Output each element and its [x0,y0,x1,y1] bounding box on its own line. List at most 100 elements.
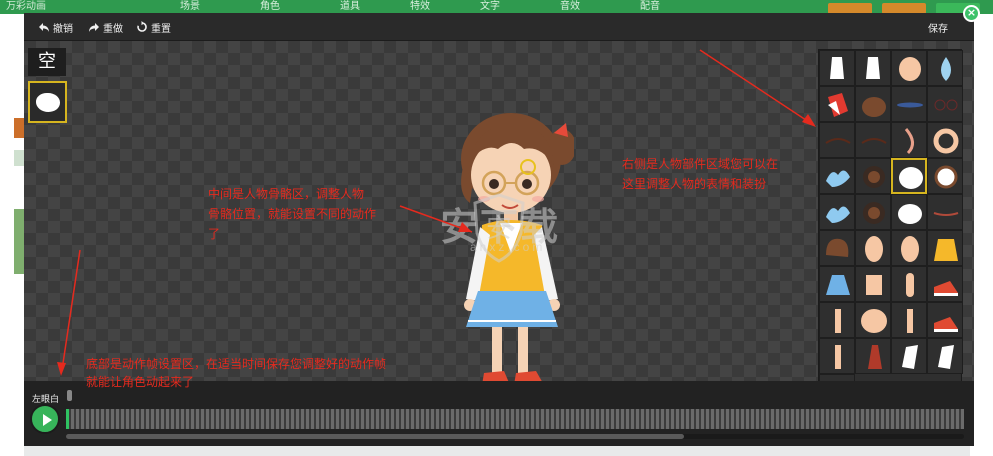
part-cell[interactable] [855,158,891,194]
part-cell[interactable] [819,338,855,374]
part-cell[interactable] [855,338,891,374]
expression-label: 空 [28,48,66,76]
nav-item[interactable]: 角色 [260,0,280,14]
nav-item[interactable]: 场景 [180,0,200,14]
part-cell[interactable] [855,50,891,86]
current-frame-indicator[interactable] [66,409,69,429]
part-cell[interactable] [891,194,927,230]
part-cell[interactable] [927,122,963,158]
eye-brown-icon [863,166,885,188]
brow-blue-icon [897,102,923,108]
eye-white-icon [898,204,922,224]
mouth-line-icon [933,212,959,216]
part-cell[interactable] [891,338,927,374]
part-cell[interactable] [891,230,927,266]
annotation-middle-line2: 骨骼位置，就能设置不同的动作 [208,207,377,221]
reset-button[interactable]: 重置 [136,19,171,35]
part-cell[interactable] [855,86,891,122]
blank-expression-icon [36,93,60,112]
part-cell[interactable] [927,194,963,230]
part-cell[interactable] [891,122,927,158]
shoe-red-icon [934,281,958,296]
part-cell[interactable] [819,302,855,338]
undo-button[interactable]: 撤销 [38,19,73,35]
nav-item[interactable]: 道具 [340,0,360,14]
app-logo: 万彩动画 [6,1,46,12]
part-cell[interactable] [855,266,891,302]
ear-icon [865,236,883,262]
annotation-bottom-line2: 就能让角色动起来了 [86,375,195,389]
app-left-panel [0,14,24,456]
watermark-domain: anxz.com [470,240,546,254]
annotation-right-line1: 右侧是人物部件区域您可以在 [622,157,779,171]
glasses-thin-icon [934,99,958,111]
parts-panel [818,49,963,410]
reset-label: 重置 [151,23,171,35]
annotation-right-line2: 这里调整人物的表情和装扮 [622,177,767,191]
part-cell[interactable] [927,86,963,122]
torso-icon [861,309,887,333]
leg-icon [835,345,841,369]
part-cell[interactable] [927,158,963,194]
part-cell[interactable] [927,302,963,338]
part-cell[interactable] [927,230,963,266]
keyframe-marker[interactable] [67,390,72,401]
nav-item[interactable]: 配音 [640,0,660,14]
shirt-yellow-icon [934,239,958,261]
sleeve-white-icon [902,345,918,369]
part-cell[interactable] [819,266,855,302]
timeline-scrollbar-thumb[interactable] [66,434,684,439]
part-cell[interactable] [819,158,855,194]
save-button[interactable]: 保存 [928,20,948,35]
part-cell[interactable] [819,50,855,86]
nav-item[interactable]: 音效 [560,0,580,14]
tie-red-icon [868,345,882,369]
part-cell[interactable] [891,302,927,338]
hand-glove-icon [830,57,844,79]
part-cell[interactable] [855,122,891,158]
annotation-middle-line3: 了 [208,227,221,241]
ear-icon [901,236,919,262]
drop-icon [941,57,951,81]
part-cell[interactable] [927,338,963,374]
nose-icon [904,128,914,155]
splash-icon [826,206,850,223]
part-cell[interactable] [819,230,855,266]
close-button[interactable]: × [963,5,980,22]
part-cell[interactable] [855,302,891,338]
ring-icon [933,128,959,154]
part-cell[interactable] [855,194,891,230]
nav-item[interactable]: 文字 [480,0,500,14]
part-cell[interactable] [927,266,963,302]
nav-item[interactable]: 特效 [410,0,430,14]
redo-icon [89,22,99,32]
redo-label: 重做 [103,23,123,35]
play-button[interactable] [30,404,60,434]
sleeve-white-icon [938,345,954,369]
reset-icon [137,21,147,32]
part-cell[interactable] [927,50,963,86]
part-cell[interactable] [819,86,855,122]
part-cell[interactable] [891,86,927,122]
part-cell[interactable] [819,194,855,230]
sleeve-red-icon [828,93,848,117]
part-cell[interactable] [891,266,927,302]
skirt-blue-icon [826,275,850,295]
part-cell[interactable] [855,230,891,266]
part-cell[interactable] [819,122,855,158]
editor-toolbar: 撤销 重做 重置 保存 [24,13,974,41]
annotation-bottom-line1: 底部是动作帧设置区，在适当时间保存您调整好的动作帧 [86,357,387,371]
splash-icon [826,170,850,187]
leg-icon [907,309,913,333]
brow-dark-icon [861,138,887,144]
hair-short-icon [826,238,849,257]
frames-track[interactable] [66,409,964,429]
undo-label: 撤销 [53,23,73,35]
expression-slot[interactable] [28,81,67,123]
arm-icon [906,273,914,297]
part-cell[interactable] [891,50,927,86]
hand-glove-icon [866,57,880,79]
redo-button[interactable]: 重做 [88,19,123,35]
eye-white-blob-icon [899,167,923,189]
part-cell[interactable] [891,158,927,194]
